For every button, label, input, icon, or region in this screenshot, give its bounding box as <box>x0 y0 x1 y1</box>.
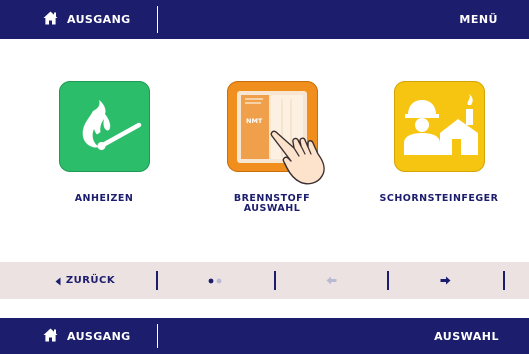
tile-label-brennstoff-auswahl: BRENNSTOFF AUSWAHL <box>197 194 347 214</box>
header-divider <box>157 6 158 33</box>
back-button[interactable]: ZURÜCK <box>40 262 130 299</box>
tile-label-line2: AUSWAHL <box>243 203 301 214</box>
footer-divider <box>157 324 158 348</box>
flame-match-icon[interactable] <box>59 81 150 172</box>
tile-label-anheizen: ANHEIZEN <box>74 193 134 204</box>
home-icon <box>43 327 58 346</box>
home-exit-label: AUSGANG <box>67 329 131 343</box>
nav-divider <box>156 271 158 290</box>
arrow-left-icon <box>326 276 336 285</box>
page-dots-icon <box>208 278 222 283</box>
back-label: ZURÜCK <box>65 275 116 286</box>
bottom-bar: AUSGANG AUSWAHL <box>0 318 529 354</box>
home-exit-button[interactable]: AUSGANG <box>43 318 131 354</box>
chimney-sweep-icon[interactable] <box>394 81 485 172</box>
selection-button[interactable]: AUSWAHL <box>434 318 499 354</box>
page-indicator <box>160 262 272 299</box>
prev-button[interactable] <box>276 262 386 299</box>
top-bar: AUSGANG MENÜ <box>0 0 529 39</box>
arrow-right-icon <box>440 276 450 285</box>
chevron-left-icon <box>55 271 61 290</box>
next-button[interactable] <box>389 262 501 299</box>
home-exit-label: AUSGANG <box>67 13 131 26</box>
fuel-badge-text: NMT <box>246 117 263 125</box>
menu-button[interactable]: MENÜ <box>459 0 498 39</box>
navigation-bar: ZURÜCK <box>0 262 529 299</box>
home-icon <box>43 10 58 29</box>
pointing-hand-icon <box>268 128 343 188</box>
nav-divider <box>503 271 505 290</box>
home-exit-button[interactable]: AUSGANG <box>43 0 131 39</box>
tile-label-schornsteinfeger: SCHORNSTEINFEGER <box>379 193 499 204</box>
